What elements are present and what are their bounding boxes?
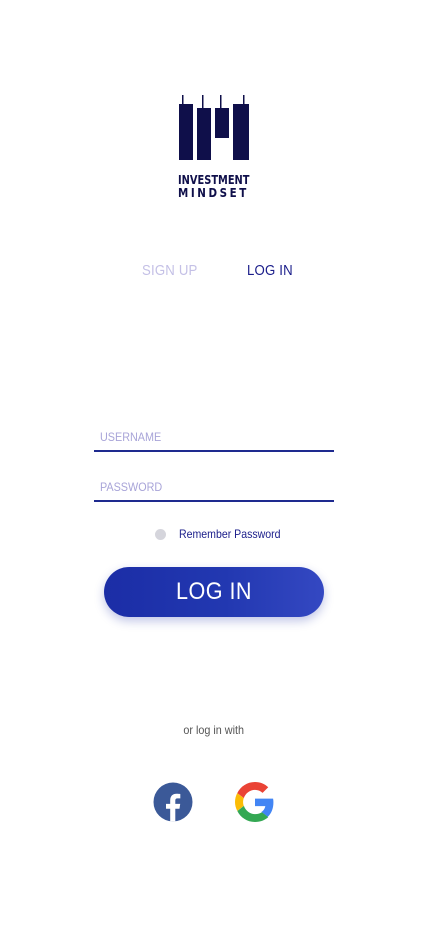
- alternate-login-prompt: or log in with: [0, 723, 428, 737]
- facebook-icon: [153, 782, 193, 822]
- alternate-login-text: or log in with: [183, 723, 245, 737]
- auth-tabs: SIGN UP LOG IN: [0, 262, 428, 286]
- logo-line-1: INVESTMENT: [178, 173, 250, 187]
- candlestick-logo-icon: [179, 95, 249, 160]
- tab-log-in[interactable]: LOG IN: [247, 262, 293, 279]
- google-icon: [235, 782, 274, 822]
- log-in-button-label: LOG IN: [176, 578, 252, 605]
- log-in-button[interactable]: LOG IN: [104, 567, 324, 617]
- username-input[interactable]: [100, 428, 306, 446]
- google-login-button[interactable]: [235, 782, 275, 822]
- password-field: [94, 476, 334, 502]
- remember-password-label: Remember Password: [179, 527, 281, 541]
- tab-sign-up[interactable]: SIGN UP: [142, 262, 198, 279]
- remember-radio[interactable]: [155, 529, 166, 540]
- logo-line-2: MINDSET: [178, 186, 249, 200]
- facebook-login-button[interactable]: [153, 782, 193, 822]
- logo-wordmark: INVESTMENT MINDSET: [178, 174, 252, 199]
- password-input[interactable]: [100, 478, 306, 496]
- username-field: [94, 426, 334, 452]
